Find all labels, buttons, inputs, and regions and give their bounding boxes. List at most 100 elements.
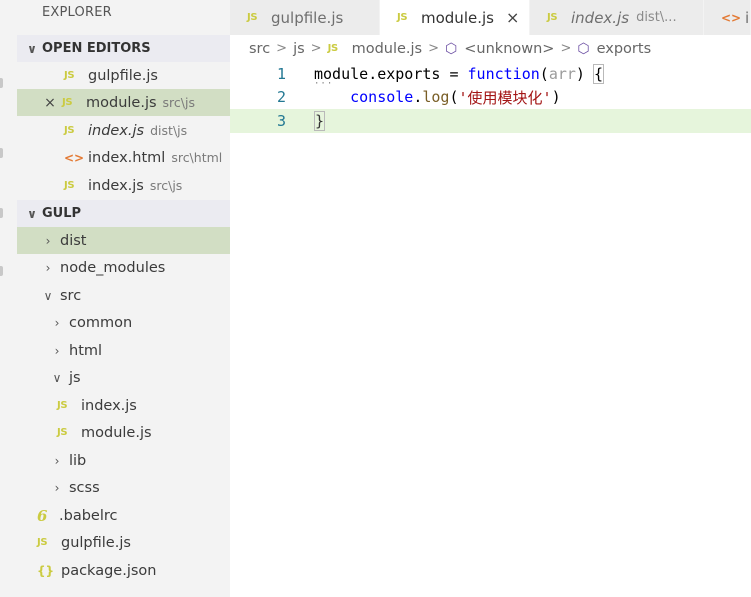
chevron-right-icon: >: [428, 41, 440, 56]
js-file-icon: JS: [62, 97, 73, 108]
code-token: (: [539, 64, 549, 83]
chevron-right-icon: ›: [45, 260, 51, 275]
open-editor-path: src\js: [149, 178, 183, 193]
tree-item-label: js: [69, 369, 81, 386]
tree-file[interactable]: JS module.js: [17, 419, 230, 446]
open-editor-item[interactable]: JS gulpfile.js: [17, 62, 230, 89]
json-file-icon: {}: [37, 563, 55, 578]
tree-item-label: src: [60, 287, 82, 304]
chevron-down-icon: ∨: [43, 288, 53, 303]
breadcrumb-item[interactable]: module.js: [352, 41, 423, 57]
tree-item-label: node_modules: [60, 259, 166, 276]
tab-label: index.js: [571, 8, 630, 27]
code-editor[interactable]: 1 module .exports = function(arr) { ··· 2…: [230, 62, 751, 133]
html-file-icon: <>: [721, 10, 742, 25]
tree-folder[interactable]: › common: [17, 309, 230, 336]
tree-item-label: .babelrc: [59, 507, 118, 524]
breadcrumb: src > js > JS module.js > ⬡ <unknown> > …: [230, 35, 751, 62]
chevron-right-icon: >: [310, 41, 322, 56]
symbol-icon: ⬡: [445, 40, 458, 57]
code-line[interactable]: 1 module .exports = function(arr) { ···: [230, 62, 751, 89]
tree-file[interactable]: JS gulpfile.js: [17, 529, 230, 556]
tab-index-html[interactable]: <> in: [704, 0, 751, 35]
tree-item-label: dist: [60, 232, 87, 249]
breadcrumb-item[interactable]: src: [249, 41, 270, 57]
tree-item-label: index.js: [81, 397, 137, 414]
activity-indicator: [0, 266, 3, 276]
line-number: 2: [276, 88, 286, 107]
explorer-title: EXPLORER: [42, 5, 112, 20]
tree-folder[interactable]: › lib: [17, 447, 230, 474]
code-token: ): [575, 64, 594, 83]
tree-file[interactable]: 6 .babelrc: [17, 502, 230, 529]
tree-folder[interactable]: ∨ js: [17, 364, 230, 391]
open-editor-name: gulpfile.js: [88, 67, 158, 84]
open-editors-header[interactable]: ∨ OPEN EDITORS: [17, 35, 230, 62]
code-token: =: [440, 64, 468, 83]
open-editors-label: OPEN EDITORS: [42, 41, 151, 56]
code-token: '使用模块化': [458, 88, 552, 107]
tree-folder[interactable]: › node_modules: [17, 254, 230, 281]
tree-folder[interactable]: › html: [17, 337, 230, 364]
tree-item-label: module.js: [81, 424, 152, 441]
open-editor-item[interactable]: <> index.html src\html: [17, 144, 230, 171]
open-editor-item[interactable]: JS index.js dist\js: [17, 117, 230, 144]
symbol-icon: ⬡: [577, 40, 590, 57]
open-editor-path: src\js: [162, 95, 195, 110]
open-editor-item[interactable]: JS index.js src\js: [17, 172, 230, 199]
breadcrumb-item[interactable]: js: [293, 41, 305, 57]
breadcrumb-item[interactable]: <unknown>: [464, 41, 554, 57]
js-file-icon: JS: [57, 427, 68, 438]
tree-folder[interactable]: › dist: [17, 227, 230, 254]
js-file-icon: JS: [397, 12, 408, 23]
open-editor-name: index.html: [88, 149, 166, 166]
chevron-right-icon: ›: [54, 343, 60, 358]
activity-bar: [0, 0, 17, 597]
tab-label: gulpfile.js: [271, 8, 344, 27]
tree-file[interactable]: JS index.js: [17, 392, 230, 419]
tree-file[interactable]: {} package.json: [17, 557, 230, 584]
activity-indicator: [0, 78, 3, 88]
js-file-icon: JS: [37, 537, 48, 548]
js-file-icon: JS: [547, 12, 558, 23]
editor-area: JS gulpfile.js JS module.js × JS index.j…: [230, 0, 751, 597]
breadcrumb-item[interactable]: exports: [597, 41, 652, 57]
chevron-right-icon: ›: [54, 453, 60, 468]
close-icon[interactable]: ×: [42, 95, 58, 111]
chevron-right-icon: >: [276, 41, 288, 56]
open-editor-path: src\html: [171, 150, 223, 165]
tree-folder[interactable]: ∨ src: [17, 282, 230, 309]
line-number: 3: [276, 111, 286, 130]
workspace-header[interactable]: ∨ GULP: [17, 200, 230, 227]
tab-label: module.js: [421, 8, 494, 27]
tree-item-label: lib: [69, 452, 87, 469]
tab-gulpfile[interactable]: JS gulpfile.js: [230, 0, 380, 35]
chevron-down-icon: ∨: [52, 370, 62, 385]
code-line[interactable]: 2 console. log('使用模块化'): [230, 86, 751, 110]
chevron-right-icon: ›: [54, 480, 60, 495]
js-file-icon: JS: [64, 125, 75, 136]
close-icon[interactable]: ×: [506, 8, 519, 27]
code-line-current[interactable]: 3 }: [230, 109, 751, 133]
activity-indicator: [0, 148, 3, 158]
code-token: }: [314, 110, 326, 131]
open-editor-item[interactable]: × JS module.js src\js: [17, 89, 230, 116]
line-number: 1: [276, 64, 286, 83]
explorer-sidebar: EXPLORER ∨ OPEN EDITORS JS gulpfile.js ×…: [17, 0, 230, 597]
tree-folder[interactable]: › scss: [17, 474, 230, 501]
tab-index-dist[interactable]: JS index.js dist\...: [530, 0, 704, 35]
open-editor-path: dist\js: [150, 123, 188, 138]
tree-item-label: package.json: [61, 562, 157, 579]
tree-item-label: html: [69, 342, 103, 359]
js-file-icon: JS: [327, 43, 339, 54]
chevron-right-icon: >: [560, 41, 572, 56]
js-file-icon: JS: [57, 400, 68, 411]
js-file-icon: JS: [64, 180, 75, 191]
open-editor-name: index.js: [88, 177, 144, 194]
tab-module[interactable]: JS module.js ×: [380, 0, 530, 35]
open-editor-name: module.js: [86, 94, 157, 111]
code-token: function: [467, 64, 540, 83]
tree-item-label: gulpfile.js: [61, 534, 131, 551]
babel-file-icon: 6: [37, 506, 48, 525]
tab-label: in: [745, 8, 750, 27]
